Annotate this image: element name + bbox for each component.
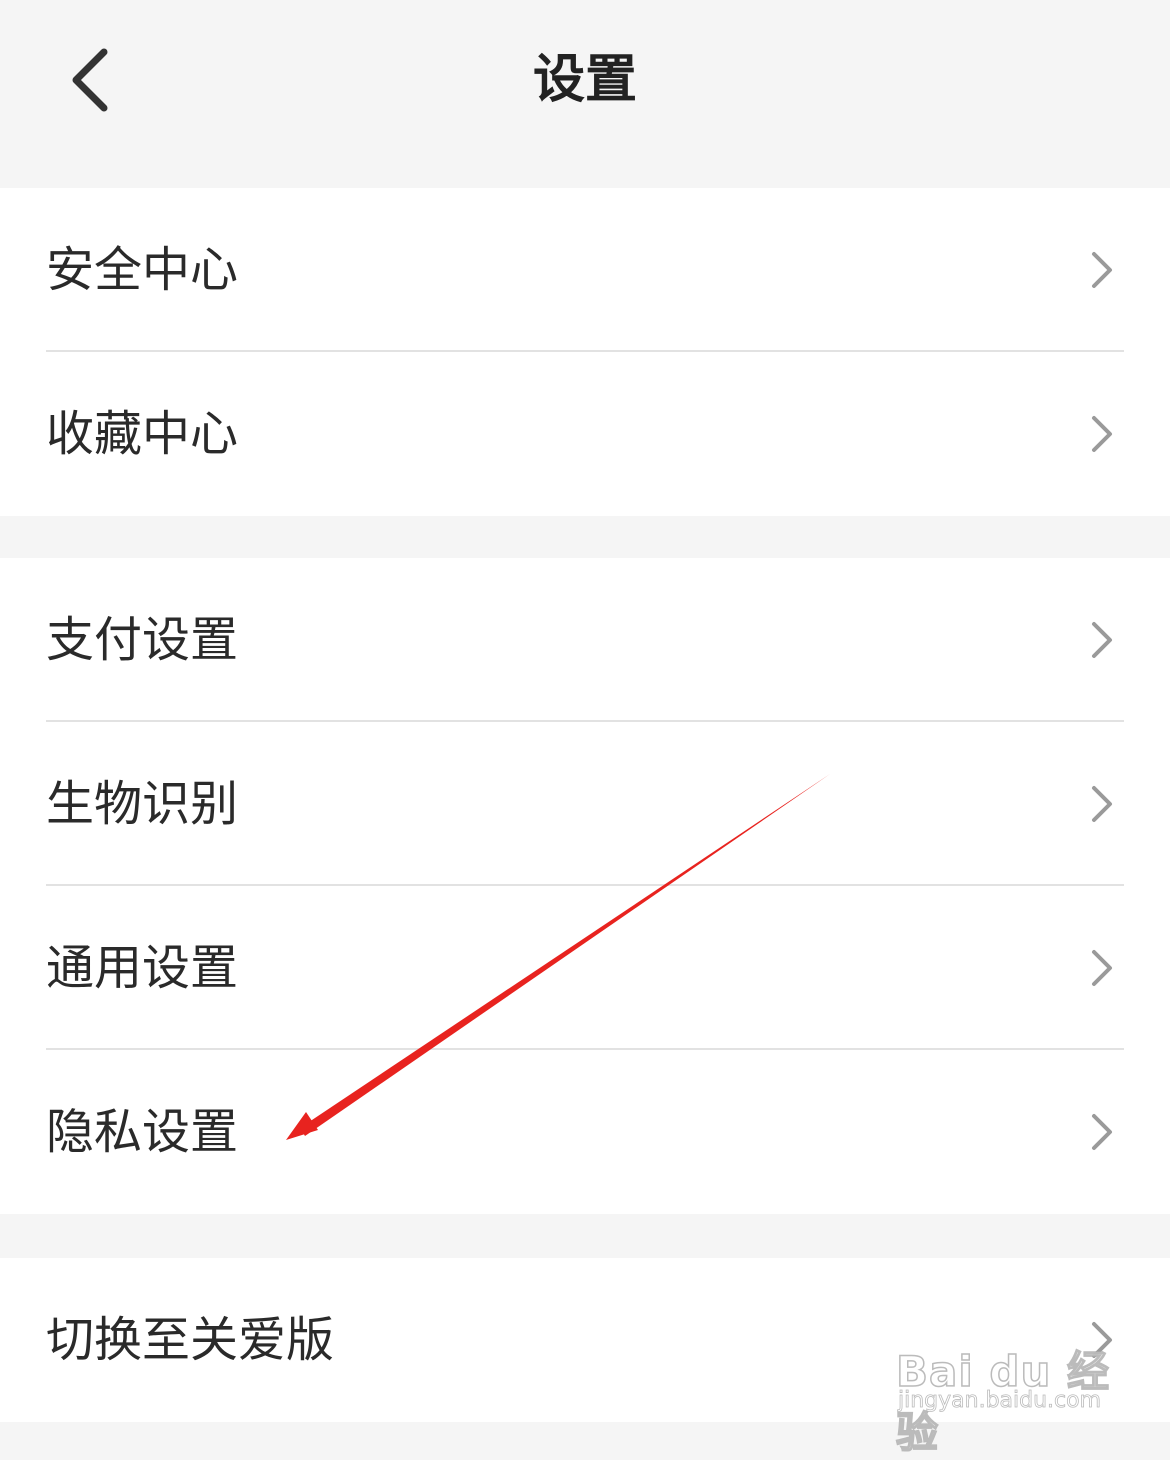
row-label: 安全中心 [46, 242, 239, 298]
row-label: 收藏中心 [46, 406, 239, 462]
settings-group-mode: 切换至关爱版 [0, 1258, 1170, 1422]
chevron-right-icon [1092, 1114, 1112, 1150]
settings-row-payment-settings[interactable]: 支付设置 [0, 558, 1170, 722]
settings-row-security-center[interactable]: 安全中心 [0, 188, 1170, 352]
page-title: 设置 [532, 50, 637, 110]
settings-row-switch-care-mode[interactable]: 切换至关爱版 [0, 1258, 1170, 1422]
chevron-right-icon [1092, 950, 1112, 986]
settings-row-favorites-center[interactable]: 收藏中心 [0, 352, 1170, 516]
chevron-right-icon [1092, 786, 1112, 822]
row-label: 支付设置 [46, 612, 239, 668]
chevron-right-icon [1092, 1322, 1112, 1358]
row-label: 通用设置 [46, 940, 239, 996]
settings-row-privacy-settings[interactable]: 隐私设置 [0, 1050, 1170, 1214]
chevron-right-icon [1092, 416, 1112, 452]
settings-row-general-settings[interactable]: 通用设置 [0, 886, 1170, 1050]
settings-row-biometrics[interactable]: 生物识别 [0, 722, 1170, 886]
top-bar: 设置 [0, 0, 1170, 188]
row-label: 生物识别 [46, 776, 239, 832]
row-label: 切换至关爱版 [46, 1312, 335, 1368]
chevron-right-icon [1092, 622, 1112, 658]
settings-group-general: 支付设置 生物识别 通用设置 隐私设置 [0, 558, 1170, 1214]
settings-group-account: 安全中心 收藏中心 [0, 188, 1170, 516]
row-label: 隐私设置 [46, 1104, 239, 1160]
chevron-right-icon [1092, 252, 1112, 288]
